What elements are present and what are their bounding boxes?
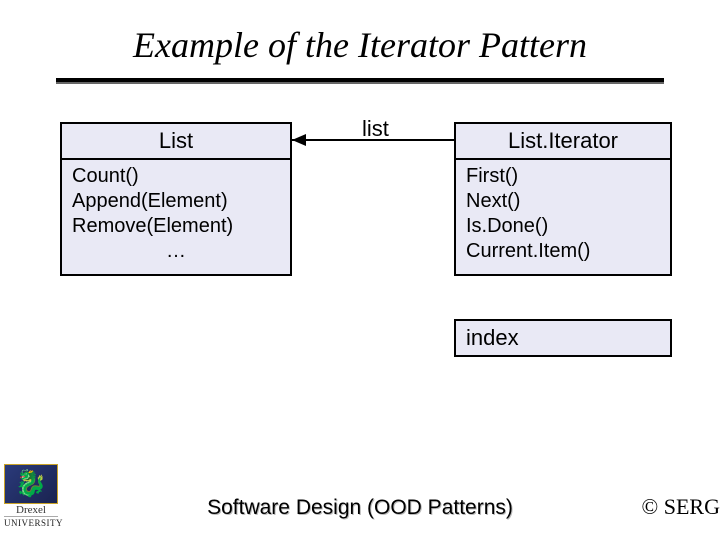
uml-class-list-name: List bbox=[62, 124, 290, 160]
op: Current.Item() bbox=[466, 240, 590, 262]
uml-class-list-ops: Count() Append(Element) Remove(Element) … bbox=[62, 160, 290, 274]
op: Append(Element) bbox=[72, 190, 228, 212]
op: First() bbox=[466, 165, 518, 187]
uml-class-iterator-ops: First() Next() Is.Done() Current.Item() bbox=[456, 160, 670, 274]
op: Next() bbox=[466, 190, 520, 212]
iterator-diagram: List Count() Append(Element) Remove(Elem… bbox=[0, 84, 720, 414]
footer-copyright: © SERG bbox=[642, 494, 720, 520]
op: Is.Done() bbox=[466, 215, 548, 237]
footer-center-text: Software Design (OOD Patterns) bbox=[0, 496, 720, 520]
uml-class-iterator: List.Iterator First() Next() Is.Done() C… bbox=[454, 122, 672, 276]
slide-footer: 🐉 Drexel UNIVERSITY Software Design (OOD… bbox=[0, 480, 720, 528]
ellipsis: … bbox=[72, 239, 280, 264]
association-arrow bbox=[292, 132, 455, 148]
uml-class-list: List Count() Append(Element) Remove(Elem… bbox=[60, 122, 292, 276]
op: Count() bbox=[72, 165, 139, 187]
uml-class-iterator-name: List.Iterator bbox=[456, 124, 670, 160]
slide-title: Example of the Iterator Pattern bbox=[0, 0, 720, 66]
op: Remove(Element) bbox=[72, 215, 233, 237]
uml-attr-index: index bbox=[454, 319, 672, 357]
